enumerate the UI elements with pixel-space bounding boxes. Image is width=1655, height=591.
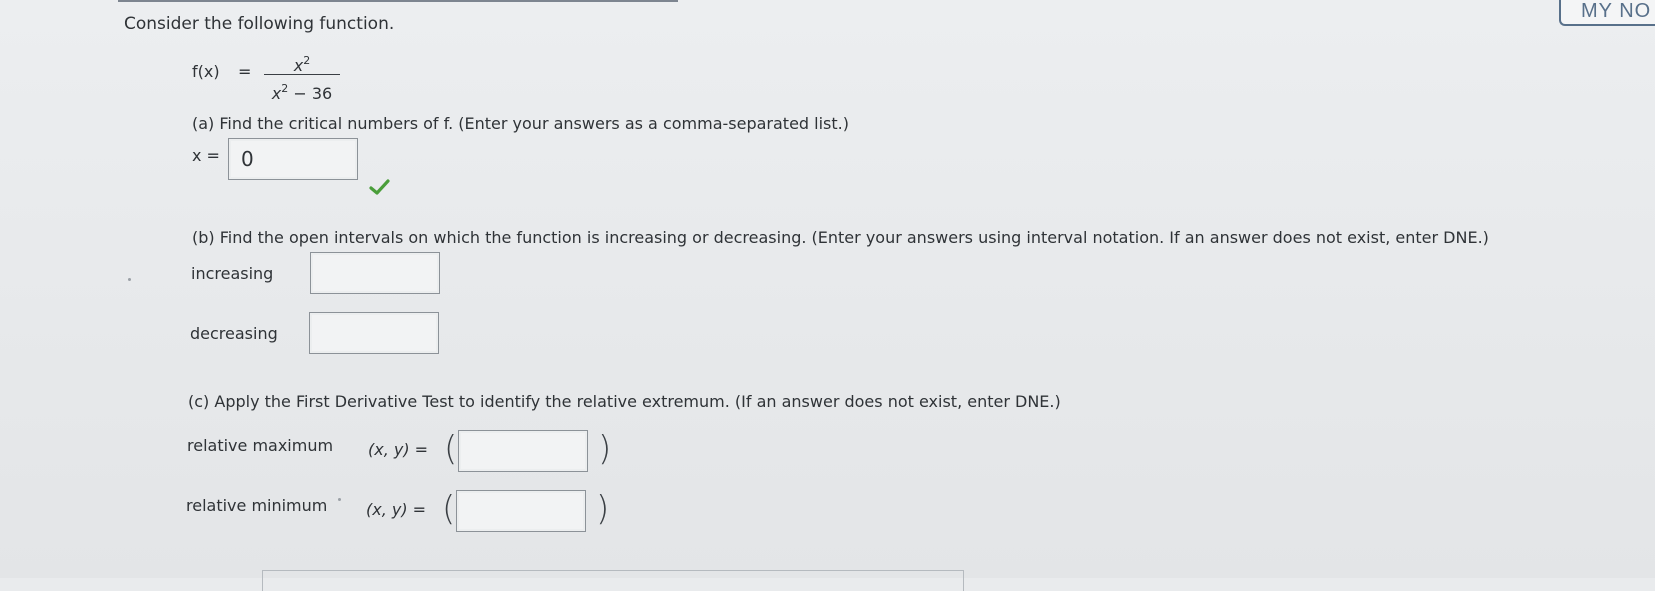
- question-prompt: Consider the following function.: [124, 14, 395, 34]
- page: MY NO Consider the following function. f…: [0, 0, 1655, 591]
- my-notes-button[interactable]: MY NO: [1559, 0, 1655, 26]
- fraction-denominator: x2 − 36: [271, 82, 333, 103]
- relative-maximum-input[interactable]: [458, 430, 588, 472]
- function-fraction: x2 x2 − 36: [264, 50, 340, 103]
- part-c-instructions: (c) Apply the First Derivative Test to i…: [188, 392, 1061, 411]
- my-notes-label: MY NO: [1581, 0, 1652, 22]
- part-b-instructions: (b) Find the open intervals on which the…: [192, 228, 1489, 247]
- decreasing-label: decreasing: [190, 324, 278, 343]
- relative-maximum-label: relative maximum: [187, 436, 334, 455]
- relative-maximum-open-paren: (: [444, 429, 458, 469]
- checkmark-icon: [369, 179, 390, 195]
- relative-maximum-close-paren: ): [598, 429, 612, 469]
- relative-minimum-input[interactable]: [456, 490, 586, 532]
- decreasing-input[interactable]: [309, 312, 439, 354]
- relative-minimum-close-paren: ): [596, 489, 610, 529]
- increasing-input[interactable]: [310, 252, 440, 294]
- critical-x-label: x =: [192, 146, 220, 165]
- relative-maximum-coord-label: (x, y) =: [368, 440, 429, 459]
- next-section-edge: [262, 570, 964, 591]
- part-a-instructions: (a) Find the critical numbers of f. (Ent…: [192, 114, 849, 133]
- relative-minimum-open-paren: (: [442, 489, 456, 529]
- relative-minimum-coord-label: (x, y) =: [366, 500, 427, 519]
- critical-numbers-input[interactable]: 0: [228, 138, 358, 180]
- increasing-label: increasing: [191, 264, 274, 283]
- function-name: f(x): [192, 62, 220, 81]
- top-divider: [118, 0, 678, 2]
- function-equals: =: [238, 62, 252, 81]
- decorative-dot: [128, 278, 131, 281]
- relative-minimum-label: relative minimum: [186, 496, 328, 515]
- decorative-dot: [338, 498, 341, 501]
- fraction-numerator: x2: [293, 54, 311, 75]
